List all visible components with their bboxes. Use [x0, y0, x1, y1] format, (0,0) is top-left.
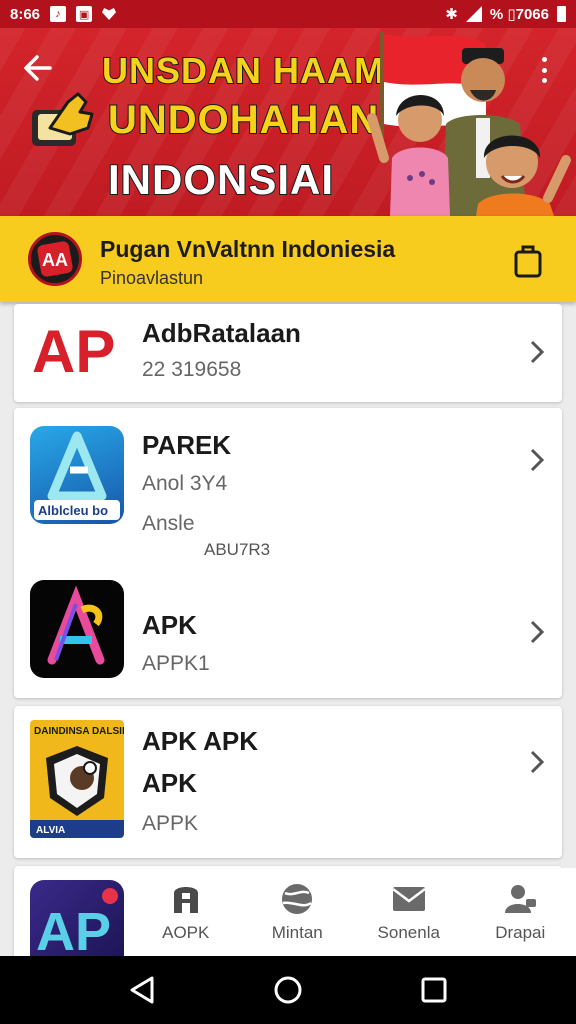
tab-label: AOPK [162, 923, 210, 942]
system-nav-bar [0, 956, 576, 1024]
status-time: 8:66 [10, 5, 41, 23]
app-meta: APPK [142, 812, 199, 835]
tab-label: Sonenla [377, 923, 440, 942]
shopping-bag-icon[interactable] [512, 240, 544, 280]
app-meta-secondary: Ansle [142, 512, 195, 535]
tab-sonenla[interactable]: Sonenla [353, 868, 465, 956]
svg-text:ALVIA: ALVIA [36, 825, 65, 836]
people-illustration [367, 32, 571, 216]
app-logo[interactable]: AA [28, 232, 82, 286]
apk-apk-thumbnail: DAINDINSA DALSIDNSA ALVIA [30, 720, 124, 838]
app-logo-icon: AA [37, 241, 73, 277]
nav-recents-icon[interactable] [414, 970, 454, 1010]
svg-text:Alblcleu bo: Alblcleu bo [38, 503, 108, 518]
banner-title-line-3: INDONSIAI [107, 155, 335, 204]
apk-logo-icon [173, 887, 198, 913]
nav-back-icon[interactable] [122, 970, 162, 1010]
app-name: PAREK [142, 430, 232, 460]
chevron-right-icon [530, 620, 544, 644]
apk-thumbnail [30, 580, 124, 678]
app-name: AdbRatalaan [142, 318, 301, 348]
parek-thumbnail: Alblcleu bo [30, 426, 124, 524]
banner-title-line-1: UNSDAN HAAM [101, 49, 385, 92]
badge-logo-icon: DAINDINSA DALSIDNSA ALVIA [30, 726, 124, 838]
tab-aopk[interactable]: AOPK [130, 868, 242, 956]
app-meta: APPK1 [142, 652, 210, 675]
bottom-tab-bar: AOPK Mintan Sonenla Drapai [130, 868, 576, 956]
app-name-line-2: APK [142, 768, 197, 798]
svg-text:AP: AP [32, 318, 115, 382]
notification-icon: ♪ [50, 6, 67, 22]
app-card-group: Alblcleu bo PAREK Anol 3Y4 Ansle ABU7R3 … [14, 408, 562, 698]
tab-mintan[interactable]: Mintan [242, 868, 354, 956]
status-bar: 8:66 ♪ ▣ ✱ % ▯7066 [0, 0, 576, 28]
app-subtitle: Pinoavlastun [100, 268, 204, 288]
chevron-right-icon [530, 448, 544, 472]
svg-text:AP: AP [36, 902, 111, 962]
status-right-text: % ▯7066 [489, 6, 549, 23]
mail-icon [392, 887, 426, 911]
hand-pointer-icon [32, 92, 94, 146]
banner-title-line-2: UNDOHAHAN [107, 97, 380, 143]
arrow-left-icon [24, 55, 52, 81]
battery-icon [557, 6, 566, 22]
screen: 8:66 ♪ ▣ ✱ % ▯7066 UNSDAN HAAM UNDOHAHAN… [0, 0, 576, 1024]
tab-label: Mintan [271, 923, 323, 942]
app-meta: Anol 3Y4 [142, 472, 228, 495]
back-button[interactable] [20, 50, 56, 86]
nav-home-icon[interactable] [268, 970, 308, 1010]
app-card-apk-apk[interactable]: DAINDINSA DALSIDNSA ALVIA APK APK APK AP… [14, 706, 562, 858]
app-meta: 22 319658 [142, 358, 242, 381]
app-name: Pugan VnValtnn Indoniesia [100, 236, 396, 262]
app-bar: AA Pugan VnValtnn Indoniesia Pinoavlastu… [0, 216, 576, 302]
app-meta-code: ABU7R3 [204, 540, 271, 559]
svg-text:DAINDINSA DALSIDNSA: DAINDINSA DALSIDNSA [34, 726, 124, 737]
gallery-icon: ▣ [76, 6, 93, 22]
chevron-right-icon [530, 750, 544, 774]
app-row-parek[interactable]: Alblcleu bo PAREK Anol 3Y4 Ansle ABU7R3 [14, 408, 562, 574]
triangle-logo-icon: Alblcleu bo [34, 431, 120, 520]
app-row-apk[interactable]: APK APPK1 [14, 574, 562, 698]
chevron-right-icon [530, 340, 544, 364]
svg-text:AA: AA [42, 250, 68, 270]
user-icon [505, 885, 537, 913]
app-name: APK [142, 610, 197, 640]
colorful-a-logo-icon [47, 585, 105, 665]
bluetooth-icon: ✱ [445, 6, 458, 23]
app-card-adbratalaan[interactable]: AP AdbRatalaan 22 319658 [14, 304, 562, 402]
globe-icon [282, 884, 313, 914]
app-name-line-1: APK APK [142, 726, 259, 756]
signal-icon [465, 6, 482, 22]
header-banner: UNSDAN HAAM UNDOHAHAN INDONSIAI [0, 28, 576, 216]
ap-logo-icon: AP [32, 318, 115, 382]
heart-icon [102, 8, 117, 20]
tab-drapai[interactable]: Drapai [465, 868, 576, 956]
tab-label: Drapai [495, 923, 546, 942]
